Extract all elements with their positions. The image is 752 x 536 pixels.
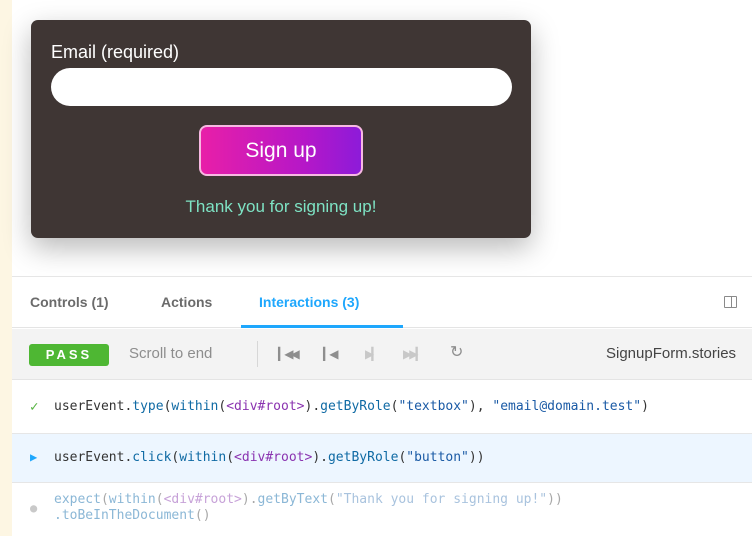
code-token: userEvent. bbox=[54, 450, 133, 465]
interaction-code-line: .toBeInTheDocument() bbox=[54, 508, 211, 523]
toolbar-divider bbox=[257, 341, 258, 367]
code-token: "textbox" bbox=[398, 399, 469, 414]
storybook-frame: Email (required) Sign up Thank you for s… bbox=[12, 0, 752, 536]
addons-panel: Controls (1) Actions Interactions (3) PA… bbox=[12, 276, 752, 536]
interaction-row[interactable]: ▶ userEvent.click(within(<div#root>).get… bbox=[12, 434, 752, 483]
scroll-to-end-button[interactable]: Scroll to end bbox=[129, 345, 212, 362]
code-token: ). bbox=[241, 492, 258, 507]
status-badge: PASS bbox=[29, 344, 109, 366]
code-token: <div#root> bbox=[234, 450, 313, 465]
code-token: userEvent. bbox=[54, 399, 133, 414]
code-token: ). bbox=[304, 399, 321, 414]
code-token: ) bbox=[641, 399, 649, 414]
code-token: getByRole bbox=[320, 399, 391, 414]
play-icon: ▶ bbox=[30, 450, 38, 464]
addons-tab-bar: Controls (1) Actions Interactions (3) bbox=[12, 277, 752, 328]
step-forward-icon[interactable]: ▶▎ bbox=[365, 345, 381, 363]
tab-actions[interactable]: Actions bbox=[161, 277, 212, 328]
interaction-code-line: expect(within(<div#root>).getByText("Tha… bbox=[54, 492, 563, 507]
interaction-row[interactable]: ● expect(within(<div#root>).getByText("T… bbox=[12, 483, 752, 536]
code-token: type bbox=[132, 399, 164, 414]
interaction-code: userEvent.click(within(<div#root>).getBy… bbox=[54, 450, 485, 465]
code-token: .toBeInTheDocument bbox=[54, 508, 195, 523]
code-token: "Thank you for signing up!" bbox=[335, 492, 548, 507]
interactions-toolbar: PASS Scroll to end ▎◀◀ ▎◀ ▶▎ ▶▶▎ ↻ Signu… bbox=[12, 329, 752, 380]
panel-layout-icon[interactable] bbox=[724, 296, 737, 308]
code-token: expect bbox=[54, 492, 101, 507]
code-token: ( bbox=[100, 492, 109, 507]
code-token: <div#root> bbox=[226, 399, 305, 414]
code-token: ( bbox=[155, 492, 164, 507]
skip-to-end-icon[interactable]: ▶▶▎ bbox=[403, 345, 425, 363]
code-token: within bbox=[171, 399, 219, 414]
success-message: Thank you for signing up! bbox=[185, 197, 377, 216]
signup-form-card: Email (required) Sign up Thank you for s… bbox=[31, 20, 531, 238]
code-token: () bbox=[194, 508, 211, 523]
tab-interactions[interactable]: Interactions (3) bbox=[259, 277, 359, 328]
code-token: )) bbox=[547, 492, 563, 507]
code-token: ( bbox=[226, 450, 235, 465]
step-back-icon[interactable]: ▎◀ bbox=[323, 345, 339, 363]
code-token: "email@domain.test" bbox=[492, 399, 642, 414]
pending-dot-icon: ● bbox=[30, 501, 38, 515]
tab-controls[interactable]: Controls (1) bbox=[30, 277, 109, 328]
code-token: <div#root> bbox=[163, 492, 242, 507]
code-token: click bbox=[132, 450, 172, 465]
code-token: within bbox=[108, 492, 156, 507]
rewind-to-start-icon[interactable]: ▎◀◀ bbox=[278, 345, 300, 363]
reload-icon[interactable]: ↻ bbox=[450, 344, 463, 362]
interaction-code: userEvent.type(within(<div#root>).getByR… bbox=[54, 399, 649, 414]
check-icon: ✓ bbox=[30, 399, 39, 415]
code-token: getByRole bbox=[327, 450, 399, 465]
code-token: )) bbox=[468, 450, 485, 465]
interaction-code: expect(within(<div#root>).getByText("Tha… bbox=[54, 492, 563, 524]
sign-up-button[interactable]: Sign up bbox=[199, 125, 363, 176]
code-token: "button" bbox=[406, 450, 469, 465]
story-preview: Email (required) Sign up Thank you for s… bbox=[12, 0, 752, 276]
code-token: ). bbox=[312, 450, 328, 465]
interaction-row[interactable]: ✓ userEvent.type(within(<div#root>).getB… bbox=[12, 381, 752, 434]
active-tab-indicator bbox=[241, 325, 403, 328]
code-token: ( bbox=[327, 492, 336, 507]
code-token: within bbox=[179, 450, 227, 465]
story-file-name: SignupForm.stories bbox=[606, 345, 737, 362]
code-token: getByText bbox=[257, 492, 328, 507]
email-input[interactable] bbox=[51, 68, 512, 106]
code-token: ), bbox=[468, 399, 493, 414]
email-label: Email (required) bbox=[51, 42, 180, 62]
